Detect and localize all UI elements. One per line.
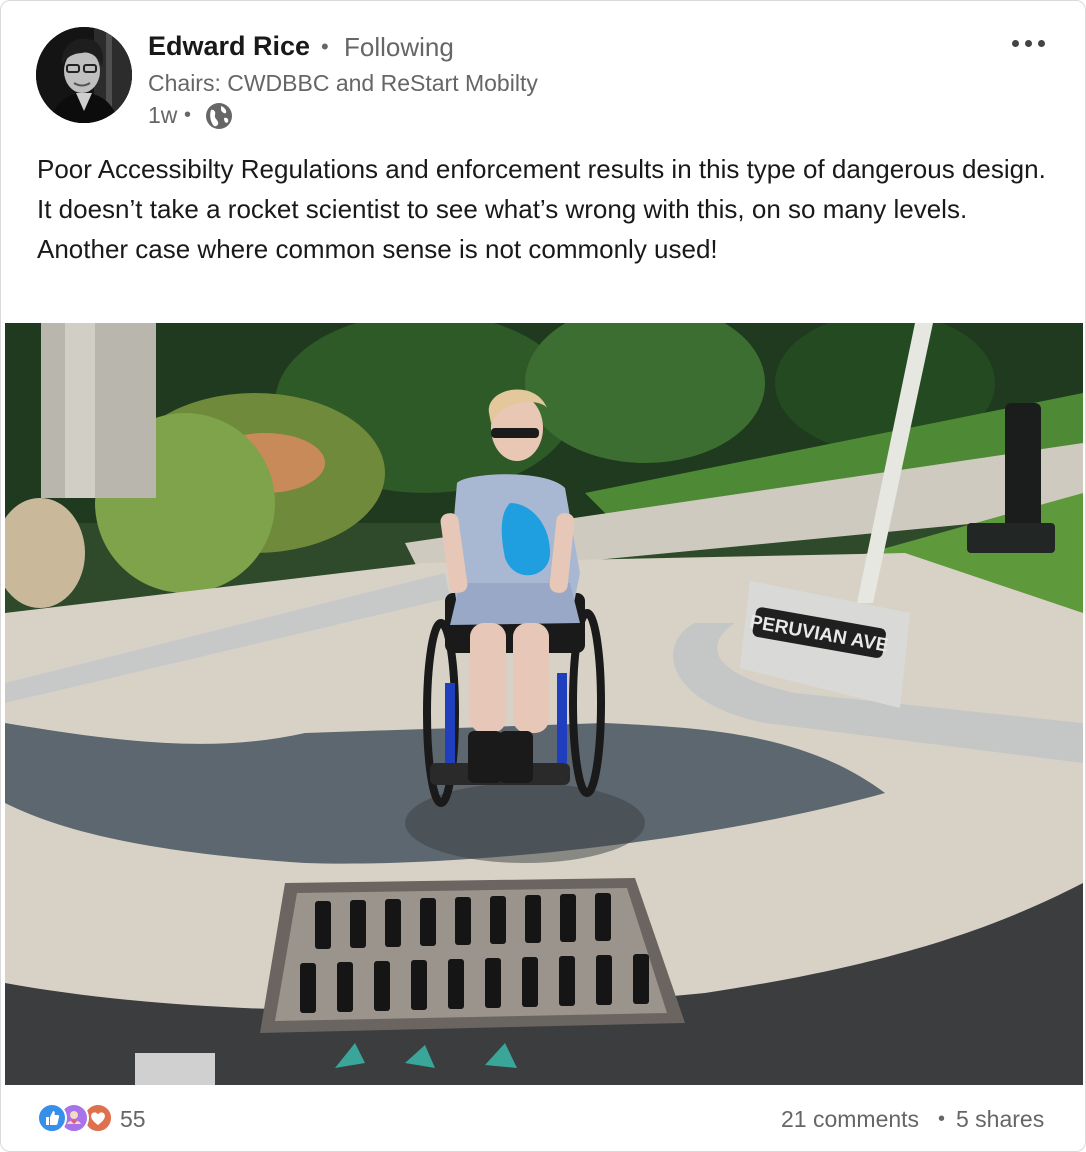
avatar-photo [36,27,132,123]
post-image[interactable]: PERUVIAN AVE [5,323,1083,1085]
time-separator: • [184,104,192,126]
author-headline: Chairs: CWDBBC and ReStart Mobilty [148,70,538,96]
author-avatar[interactable] [36,27,132,123]
wheelchair-curb-photo: PERUVIAN AVE [5,323,1083,1085]
name-separator: • [321,34,329,59]
follow-status: Following [344,32,454,62]
comments-count[interactable]: 21 comments [781,1106,919,1133]
more-options-button[interactable] [1001,27,1055,59]
globe-icon [204,101,234,131]
more-horizontal-icon [1011,39,1019,47]
post-timestamp: 1w [148,102,178,128]
author-name[interactable]: Edward Rice [148,31,310,62]
feed-post-card: Edward Rice • Following Chairs: CWDBBC a… [0,0,1086,1152]
reaction-count[interactable]: 55 [120,1106,146,1133]
shares-count[interactable]: 5 shares [956,1106,1044,1133]
like-icon [37,1103,67,1133]
post-body-text: Poor Accessibilty Regulations and enforc… [37,154,1046,264]
social-separator: • [938,1108,946,1130]
